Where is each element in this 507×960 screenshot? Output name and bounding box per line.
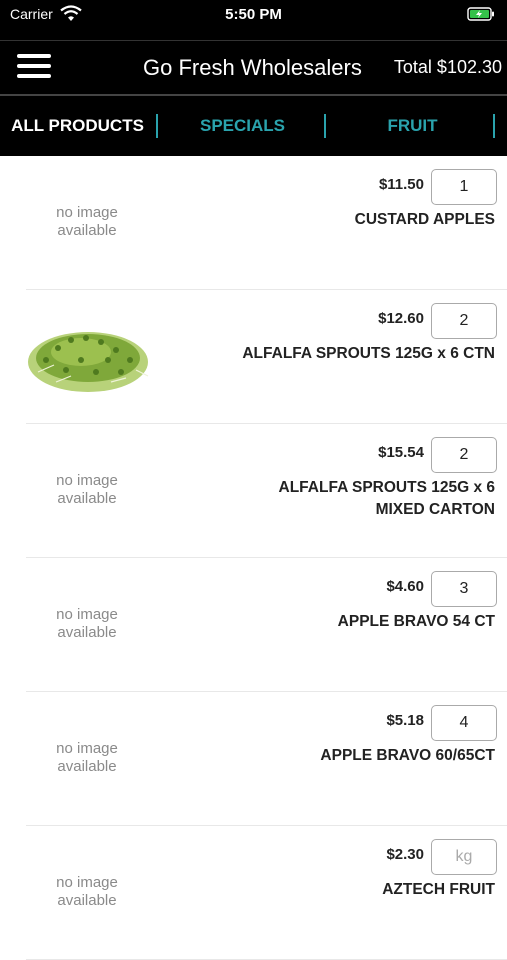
quantity-input[interactable]: 4 (431, 705, 497, 741)
product-price: $2.30 (386, 846, 424, 863)
product-price: $4.60 (386, 578, 424, 595)
hamburger-menu-button[interactable] (17, 54, 51, 80)
tab-divider (493, 114, 495, 138)
clock: 5:50 PM (225, 6, 282, 23)
app-header: Go Fresh Wholesalers Total $102.30 (0, 40, 507, 95)
product-name: AZTECH FRUIT (382, 881, 495, 898)
product-price: $11.50 (378, 176, 424, 193)
no-image-placeholder: no image available (56, 472, 118, 507)
product-row[interactable]: no image available $5.18 4 APPLE BRAVO 6… (26, 692, 507, 826)
page-title: Go Fresh Wholesalers (143, 55, 362, 80)
tab-fruit[interactable]: FRUIT (330, 96, 495, 156)
tab-all-products[interactable]: ALL PRODUCTS (0, 96, 155, 156)
tab-specials[interactable]: SPECIALS (160, 96, 325, 156)
product-name: ALFALFA SPROUTS 125G x 6 MIXED CARTON (278, 479, 495, 518)
alfalfa-sprouts-image (28, 332, 149, 392)
product-price: $12.60 (378, 310, 424, 327)
cart-total: Total $102.30 (393, 57, 502, 77)
no-image-placeholder: no image available (56, 204, 118, 239)
menu-line-icon (17, 54, 51, 58)
product-row[interactable]: $12.60 2 ALFALFA SPROUTS 125G x 6 CTN (26, 290, 507, 424)
quantity-input[interactable]: kg (431, 839, 497, 875)
product-price: $5.18 (386, 712, 424, 729)
no-image-placeholder: no image available (56, 740, 118, 775)
product-row[interactable]: no image available $4.60 3 APPLE BRAVO 5… (26, 558, 507, 692)
tab-divider (156, 114, 158, 138)
product-row[interactable]: no image available $15.54 2 ALFALFA SPRO… (26, 424, 507, 558)
quantity-input[interactable]: 2 (431, 437, 497, 473)
product-name: ALFALFA SPROUTS 125G x 6 CTN (242, 345, 495, 362)
no-image-placeholder: no image available (56, 606, 118, 641)
product-list: no image available $11.50 1 CUSTARD APPL… (0, 156, 507, 960)
battery-charging-icon (467, 7, 494, 21)
product-name: CUSTARD APPLES (354, 211, 495, 228)
product-row[interactable]: no image available $11.50 1 CUSTARD APPL… (26, 156, 507, 290)
menu-line-icon (17, 64, 51, 68)
product-row[interactable]: no image available $2.30 kg AZTECH FRUIT (26, 826, 507, 960)
tab-divider (324, 114, 326, 138)
product-price: $15.54 (378, 444, 424, 461)
product-name: APPLE BRAVO 60/65CT (320, 747, 495, 764)
product-name: APPLE BRAVO 54 CT (337, 613, 495, 630)
quantity-input[interactable]: 1 (431, 169, 497, 205)
quantity-input[interactable]: 2 (431, 303, 497, 339)
quantity-input[interactable]: 3 (431, 571, 497, 607)
category-tabs: ALL PRODUCTS SPECIALS FRUIT (0, 94, 507, 156)
no-image-placeholder: no image available (56, 874, 118, 909)
status-bar: Carrier 5:50 PM (0, 0, 507, 40)
menu-line-icon (17, 74, 51, 78)
